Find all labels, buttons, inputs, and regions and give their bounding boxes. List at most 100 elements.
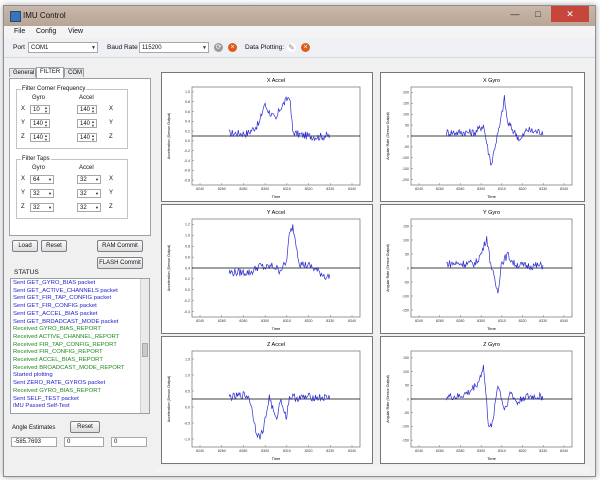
accel-corner-z[interactable]: 140 ▲ ▼ <box>77 133 97 142</box>
status-line: Sent GET_GYRO_BIAS packet <box>13 280 96 286</box>
x-tick-label: 8260 <box>218 187 226 191</box>
accel-corner-z-value: 140 <box>80 135 91 141</box>
x-tick-label: 8320 <box>305 449 313 453</box>
x-axis-label: Time <box>272 326 282 331</box>
y-tick-label: 100 <box>403 113 409 117</box>
y-axis-label: Acceleration (Sensor Output) <box>167 245 171 291</box>
flash-commit-button[interactable]: FLASH Commit <box>97 257 143 269</box>
tab-filter[interactable]: FILTER <box>36 67 64 78</box>
angle-estimate-3[interactable]: 0 <box>111 437 147 447</box>
plot-x-gyro: X Gyro Angular Rate (Sensor Output) Time 20… <box>380 72 585 202</box>
x-tick-label: 8300 <box>261 319 269 323</box>
z-gyro-chart: Z Gyro Angular Rate (Sensor Output) Time 15… <box>386 342 573 461</box>
y-tick-label: 1.0 <box>185 373 190 377</box>
status-line: Sent GET_ACCEL_BIAS packet <box>13 310 98 317</box>
x-tick-label: 8280 <box>456 187 464 191</box>
load-button[interactable]: Load <box>12 240 38 252</box>
y-tick-label: -0.2 <box>184 149 190 153</box>
angle-estimate-2[interactable]: 0 <box>64 437 104 447</box>
x-tick-label: 8240 <box>415 319 423 323</box>
status-log[interactable]: Sent GET_GYRO_BIAS packet Sent GET_ACTIVE… <box>10 278 150 414</box>
stop-icon[interactable]: × <box>228 43 237 52</box>
port-select[interactable]: COM1 ▼ <box>28 42 98 53</box>
y-tick-label: -0.4 <box>184 159 190 163</box>
minimize-button[interactable]: — <box>504 6 526 22</box>
y-tick-label: 150 <box>403 356 409 360</box>
close-button[interactable]: ✕ <box>551 6 589 22</box>
accel-taps-y-value: 32 <box>80 191 87 197</box>
plot-y-accel: Y Accel Acceleration (Sensor Output) Time 1… <box>161 204 373 334</box>
tab-com[interactable]: COM <box>64 68 84 77</box>
pencil-icon[interactable]: ✎ <box>287 43 296 52</box>
y-tick-label: -0.5 <box>184 421 190 425</box>
y-axis-label: Acceleration (Sensor Output) <box>167 376 171 422</box>
x-tick-label: 8340 <box>348 449 356 453</box>
maximize-button[interactable]: □ <box>527 6 549 22</box>
plot-area-scrollbar[interactable] <box>156 466 590 473</box>
y-tick-label: 100 <box>403 370 409 374</box>
accel-taps-z[interactable]: 32 ▼ <box>77 203 101 212</box>
baud-select[interactable]: 115200 ▼ <box>139 42 209 53</box>
spin-icon: ▲ ▼ <box>91 133 95 142</box>
axis-label-z2: Z <box>109 134 113 140</box>
status-line: Sent GET_FIR_TAP_CONFIG packet <box>13 295 112 302</box>
stop-plotting-icon[interactable]: × <box>301 43 310 52</box>
accel-taps-x[interactable]: 32 ▼ <box>77 175 101 184</box>
gyro-taps-x[interactable]: 64 ▼ <box>30 175 54 184</box>
x-tick-label: 8330 <box>326 187 334 191</box>
status-line: Received ACCEL_BIAS_REPORT <box>13 357 103 364</box>
plot-z-gyro: Z Gyro Angular Rate (Sensor Output) Time 15… <box>380 336 585 464</box>
status-scrollbar[interactable] <box>140 279 149 413</box>
y-tick-label: -50 <box>404 145 409 149</box>
scrollbar-thumb[interactable] <box>142 343 148 357</box>
y-axis-label: Angular Rate (Sensor Output) <box>386 244 390 292</box>
ram-commit-button[interactable]: RAM Commit <box>97 240 143 252</box>
x-tick-label: 8260 <box>218 319 226 323</box>
chevron-down-icon: ▼ <box>95 205 99 210</box>
gyro-taps-z[interactable]: 32 ▼ <box>30 203 54 212</box>
x-tick-label: 8330 <box>326 319 334 323</box>
axis-label-x: X <box>21 106 26 112</box>
plot-title: Z Gyro <box>483 342 500 348</box>
status-line: Sent SELF_TEST packet <box>13 395 79 402</box>
x-tick-label: 8340 <box>560 319 568 323</box>
y-tick-label: -150 <box>402 308 409 312</box>
accel-corner-y[interactable]: 140 ▲ ▼ <box>77 119 97 128</box>
status-line: IMU Passed Self-Test <box>13 403 70 410</box>
y-tick-label: 150 <box>403 102 409 106</box>
menu-config[interactable]: Config <box>36 28 56 35</box>
menu-view[interactable]: View <box>68 28 83 35</box>
reset-button[interactable]: Reset <box>41 240 67 252</box>
angle-reset-button[interactable]: Reset <box>70 421 100 433</box>
menu-file[interactable]: File <box>14 28 25 35</box>
accel-taps-y[interactable]: 32 ▼ <box>77 189 101 198</box>
refresh-icon[interactable]: ⟳ <box>214 43 223 52</box>
gyro-corner-y[interactable]: 140 ▲ ▼ <box>30 119 50 128</box>
gyro-corner-z[interactable]: 140 ▲ ▼ <box>30 133 50 142</box>
y-tick-label: -100 <box>402 294 409 298</box>
x-tick-label: 8280 <box>456 319 464 323</box>
filter-corner-group: Filter Corner Frequency Gyro Accel X 10 ▲… <box>16 86 128 149</box>
x-tick-label: 8320 <box>519 319 527 323</box>
gyro-taps-y[interactable]: 32 ▼ <box>30 189 54 198</box>
status-lines: Sent GET_GYRO_BIAS packet Sent GET_ACTIVE… <box>13 280 141 411</box>
plot-x-accel: X Accel Acceleration (Sensor Output) Time 1… <box>161 72 373 202</box>
axis-label-y2: Y <box>109 120 114 126</box>
y-accel-chart: Y Accel Acceleration (Sensor Output) Time 1… <box>167 210 361 331</box>
gyro-corner-x[interactable]: 10 ▲ ▼ <box>30 105 50 114</box>
y-tick-label: 1.2 <box>185 223 190 227</box>
tab-general[interactable]: General <box>9 68 36 77</box>
angle-estimate-1[interactable]: -585.7693 <box>11 437 57 447</box>
x-tick-label: 8330 <box>539 449 547 453</box>
y-tick-label: -0.2 <box>184 299 190 303</box>
x-tick-label: 8280 <box>239 187 247 191</box>
y-tick-label: -150 <box>402 167 409 171</box>
accel-corner-x[interactable]: 140 ▲ ▼ <box>77 105 97 114</box>
angle-estimates-label: Angle Estimates <box>12 425 56 431</box>
chevron-down-icon: ▼ <box>95 191 99 196</box>
x-axis-label: Time <box>487 194 497 199</box>
accel-taps-z-value: 32 <box>80 205 87 211</box>
plot-title: X Gyro <box>483 78 500 84</box>
chevron-down-icon: ▼ <box>48 191 52 196</box>
y-tick-label: -50 <box>404 280 409 284</box>
